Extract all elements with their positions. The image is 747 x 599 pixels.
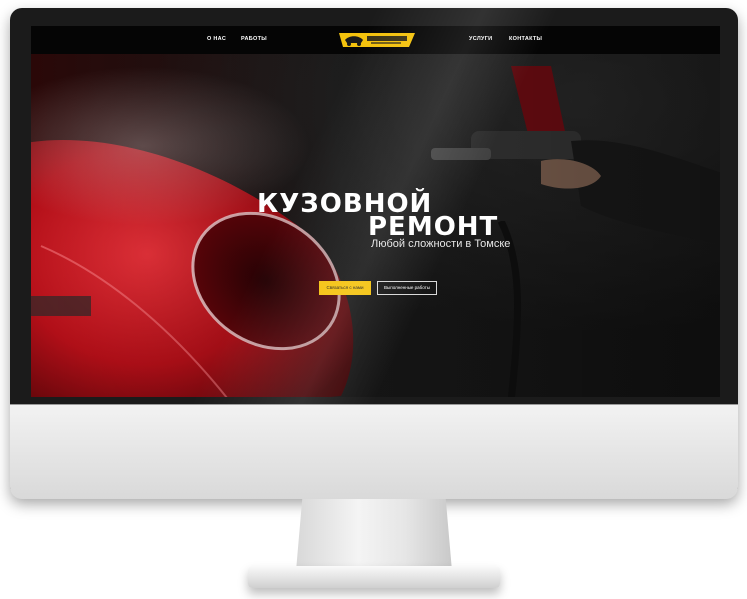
top-navigation: О НАС РАБОТЫ УСЛУГИ КОНТАКТЫ: [31, 26, 720, 54]
website-screen: О НАС РАБОТЫ УСЛУГИ КОНТАКТЫ КУЗОВНОЙ РЕ…: [31, 26, 720, 397]
monitor-mockup: О НАС РАБОТЫ УСЛУГИ КОНТАКТЫ КУЗОВНОЙ РЕ…: [0, 0, 747, 599]
nav-item-about[interactable]: О НАС: [207, 36, 226, 42]
nav-item-works[interactable]: РАБОТЫ: [241, 36, 267, 42]
contact-us-button[interactable]: Связаться с нами: [319, 281, 371, 295]
car-logo-icon[interactable]: [337, 30, 417, 50]
completed-works-button[interactable]: Выполненные работы: [377, 281, 437, 295]
nav-item-contacts[interactable]: КОНТАКТЫ: [509, 36, 542, 42]
monitor-stand: [248, 566, 500, 588]
monitor-neck: [296, 499, 452, 571]
nav-item-services[interactable]: УСЛУГИ: [469, 36, 492, 42]
hero-subtitle: Любой сложности в Томске: [371, 238, 511, 250]
monitor-chin: [10, 405, 738, 499]
